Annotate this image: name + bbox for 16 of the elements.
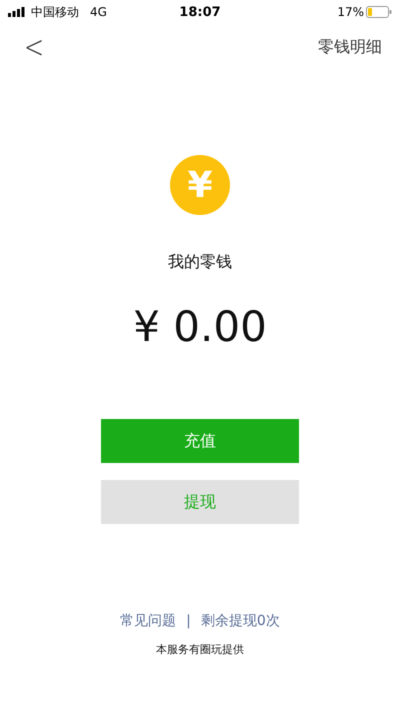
balance-label: 我的零钱 <box>168 252 232 273</box>
carrier-name: 中国移动 <box>31 4 79 20</box>
network-type: 4G <box>90 5 107 19</box>
clock-time: 18:07 <box>179 4 221 20</box>
balance-details-link[interactable]: 零钱明细 <box>318 36 382 58</box>
coin-icon: ¥ <box>170 155 230 215</box>
recharge-button[interactable]: 充值 <box>101 419 299 463</box>
service-provider-note: 本服务有圈玩提供 <box>156 642 244 657</box>
balance-amount: ¥ 0.00 <box>133 301 267 353</box>
battery-percent: 17% <box>337 5 364 19</box>
footer-link[interactable]: 常见问题 <box>120 612 176 630</box>
footer-link[interactable]: 剩余提现0次 <box>200 612 280 630</box>
link-separator: | <box>186 613 191 629</box>
signal-icon <box>8 7 26 17</box>
back-button[interactable]: < <box>20 28 48 66</box>
battery-icon <box>366 6 392 18</box>
